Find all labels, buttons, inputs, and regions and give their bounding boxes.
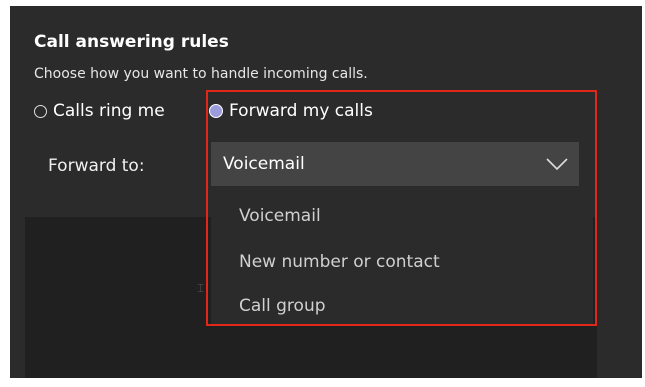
section-subtitle: Choose how you want to handle incoming c… [34, 66, 368, 82]
forward-to-label: Forward to: [48, 156, 145, 176]
radio-unselected-icon [34, 104, 47, 118]
radio-selected-icon [209, 104, 223, 118]
forward-to-select-value: Voicemail [223, 154, 305, 174]
radio-forward-my-calls[interactable]: Forward my calls [209, 101, 373, 121]
section-title: Call answering rules [34, 32, 229, 52]
radio-label: Forward my calls [229, 101, 373, 121]
forward-to-dropdown: Voicemail New number or contact Call gro… [211, 192, 593, 324]
dropdown-option-call-group[interactable]: Call group [239, 296, 326, 316]
dropdown-option-voicemail[interactable]: Voicemail [239, 206, 321, 226]
call-answering-panel: Call answering rules Choose how you want… [10, 6, 642, 378]
radio-label: Calls ring me [53, 101, 165, 121]
chevron-down-icon [546, 157, 568, 171]
dropdown-option-new-number[interactable]: New number or contact [239, 252, 440, 272]
forward-to-select[interactable]: Voicemail [211, 142, 579, 186]
text-cursor-icon: ⌶ [197, 281, 205, 295]
radio-calls-ring-me[interactable]: Calls ring me [34, 101, 165, 121]
